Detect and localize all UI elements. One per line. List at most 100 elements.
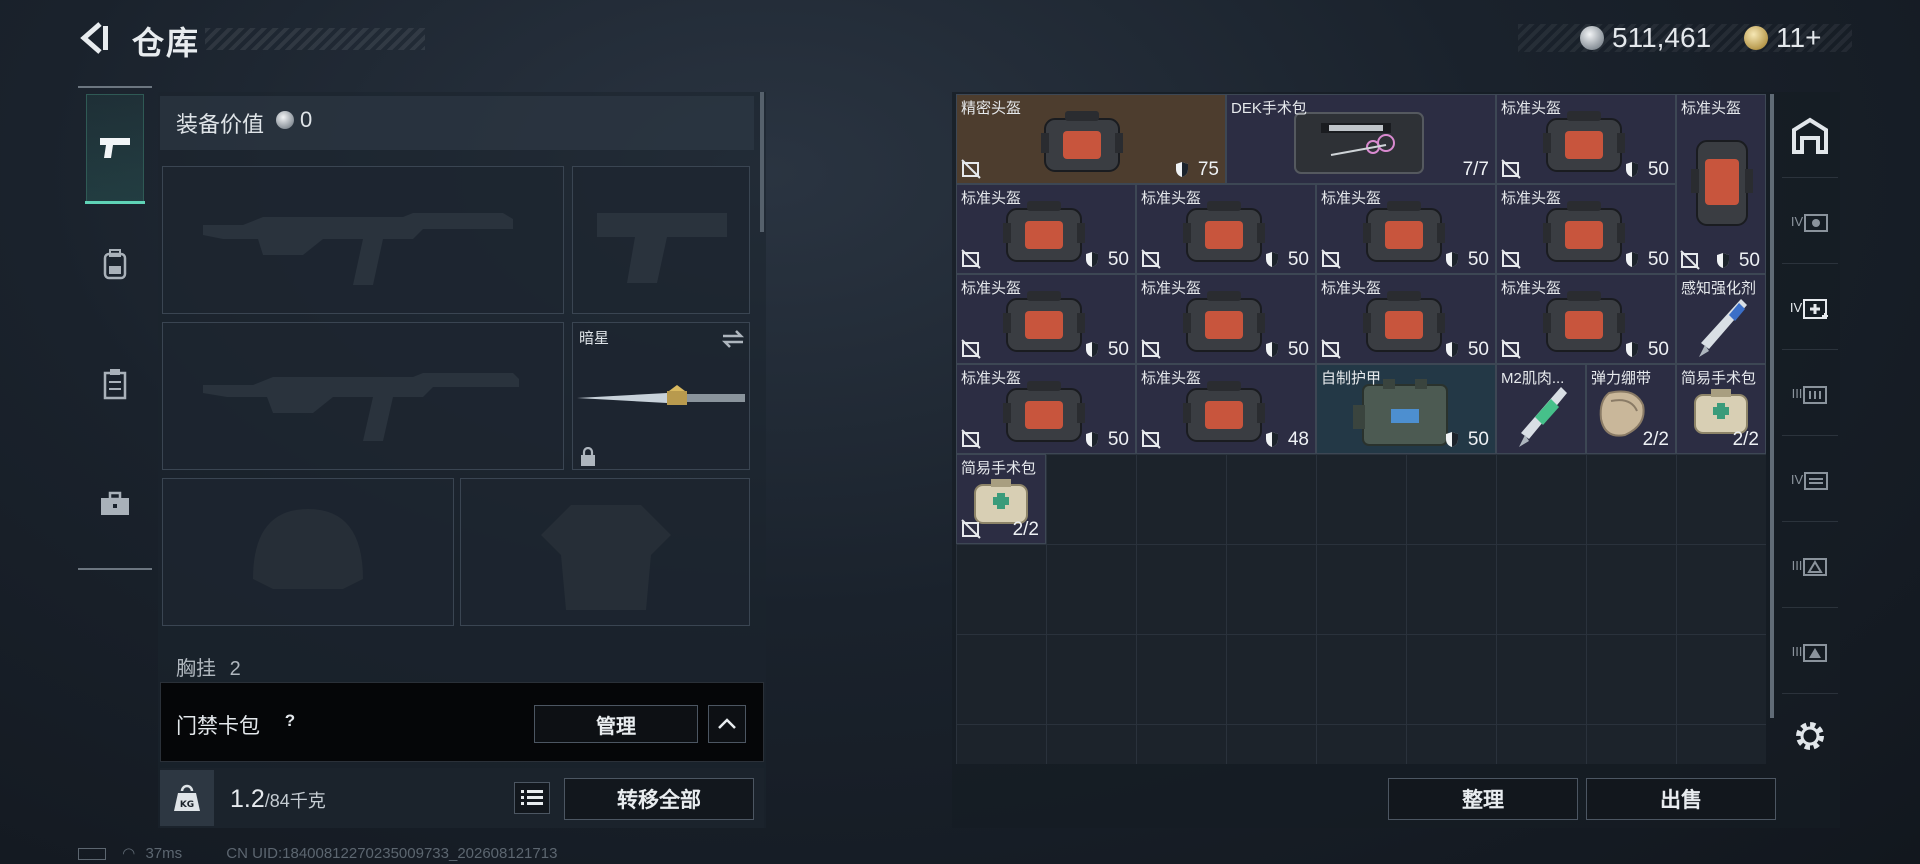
gold-currency-value[interactable]: 11+ bbox=[1776, 22, 1821, 54]
nav-vest-tab[interactable] bbox=[86, 330, 144, 438]
injector-icon bbox=[1695, 295, 1751, 363]
help-icon[interactable]: ? bbox=[278, 709, 302, 733]
settings-button[interactable] bbox=[1782, 694, 1838, 778]
durability-shield-icon bbox=[1176, 162, 1188, 177]
storage-item[interactable]: 标准头盔 50 bbox=[1496, 94, 1676, 184]
rifle-silhouette-icon bbox=[203, 213, 513, 285]
storage-page-tab-2[interactable]: IV bbox=[1782, 266, 1838, 350]
primary-weapon-slot-2[interactable] bbox=[162, 322, 564, 470]
loadout-scrollbar[interactable] bbox=[760, 92, 764, 232]
weight-readout: 1.2/84千克 bbox=[230, 785, 326, 814]
durability-shield-icon bbox=[1446, 432, 1458, 447]
uninsured-icon bbox=[1680, 250, 1700, 270]
storage-item[interactable]: 精密头盔 75 bbox=[956, 94, 1226, 184]
sort-button[interactable]: 整理 bbox=[1388, 778, 1578, 820]
durability-shield-icon bbox=[1086, 252, 1098, 267]
storage-page-tab-1[interactable]: IV bbox=[1782, 180, 1838, 264]
helmet-silhouette-icon bbox=[253, 509, 363, 589]
gear-value-label: 装备价值 bbox=[176, 112, 265, 137]
back-arrow-icon bbox=[80, 22, 108, 54]
nav-backpack-tab[interactable] bbox=[86, 210, 144, 318]
storage-page-tab-6[interactable]: III bbox=[1782, 610, 1838, 694]
storage-page-tab-4[interactable]: IV bbox=[1782, 438, 1838, 522]
durability-shield-icon bbox=[1086, 342, 1098, 357]
injector-icon bbox=[1515, 383, 1571, 453]
storage-item[interactable]: 标准头盔 50 bbox=[1136, 274, 1316, 364]
svg-text:KG: KG bbox=[180, 800, 194, 810]
storage-item[interactable]: 简易手术包 2/2 bbox=[1676, 364, 1766, 454]
weight-kg-icon: KG bbox=[174, 784, 200, 811]
body-armor-slot[interactable] bbox=[460, 478, 750, 626]
uninsured-icon bbox=[1501, 159, 1521, 179]
manage-button[interactable]: 管理 bbox=[534, 705, 698, 743]
weight-current: 1.2 bbox=[230, 785, 265, 813]
storage-item[interactable]: M2肌肉... bbox=[1496, 364, 1586, 454]
storage-scrollbar[interactable] bbox=[1770, 94, 1774, 718]
hazard-box-icon bbox=[1803, 643, 1828, 662]
storage-item[interactable]: 标准头盔 50 bbox=[1316, 274, 1496, 364]
page-tier-label: IV bbox=[1789, 300, 1803, 315]
storage-item[interactable]: 标准头盔 50 bbox=[956, 364, 1136, 454]
swap-icon[interactable] bbox=[721, 329, 745, 349]
item-box-icon bbox=[1804, 213, 1829, 232]
warehouse-icon bbox=[1792, 117, 1828, 154]
durability-shield-icon bbox=[1626, 342, 1638, 357]
sidearm-slot[interactable] bbox=[572, 166, 750, 314]
uninsured-icon bbox=[1141, 249, 1161, 269]
storage-item[interactable]: 自制护甲 50 bbox=[1316, 364, 1496, 454]
storage-item[interactable]: 标准头盔 50 bbox=[1316, 184, 1496, 274]
primary-weapon-slot-1[interactable] bbox=[162, 166, 564, 314]
storage-item[interactable]: 感知强化剂 bbox=[1676, 274, 1766, 364]
pistol-icon bbox=[100, 138, 130, 158]
chest-rig-title: 胸挂 bbox=[176, 658, 216, 680]
silver-coin-icon bbox=[276, 111, 294, 129]
storage-item[interactable]: 简易手术包 2/2 bbox=[956, 454, 1046, 544]
gold-coin-icon bbox=[1744, 26, 1768, 50]
left-category-nav bbox=[78, 86, 152, 570]
warehouse-home-tab[interactable] bbox=[1782, 94, 1838, 178]
title-decoration bbox=[205, 28, 425, 50]
helmet-bag-icon bbox=[1691, 135, 1753, 236]
list-view-button[interactable] bbox=[514, 782, 550, 814]
storage-item[interactable]: 标准头盔 48 bbox=[1136, 364, 1316, 454]
uninsured-icon bbox=[1141, 339, 1161, 359]
melee-name: 暗星 bbox=[579, 330, 610, 347]
storage-page-tab-5[interactable]: III bbox=[1782, 524, 1838, 608]
melee-slot[interactable]: 暗星 bbox=[572, 322, 750, 470]
uninsured-icon bbox=[1321, 249, 1341, 269]
storage-item[interactable]: 标准头盔 50 bbox=[956, 184, 1136, 274]
transfer-all-button[interactable]: 转移全部 bbox=[564, 778, 754, 820]
weight-icon-box: KG bbox=[160, 770, 214, 826]
storage-item[interactable]: 标准头盔 50 bbox=[956, 274, 1136, 364]
sell-button[interactable]: 出售 bbox=[1586, 778, 1776, 820]
storage-grid[interactable]: 精密头盔 75 DEK手术包 7/7 标准头盔 50 标准头盔 标准头盔 50 … bbox=[956, 94, 1766, 764]
storage-item[interactable]: 标准头盔 50 bbox=[1136, 184, 1316, 274]
nav-case-tab[interactable] bbox=[86, 450, 144, 558]
uninsured-icon bbox=[961, 159, 981, 179]
list-icon bbox=[521, 790, 543, 805]
gear-icon bbox=[1796, 722, 1824, 750]
wifi-icon: ◠ bbox=[122, 845, 136, 862]
back-button[interactable] bbox=[78, 20, 114, 56]
page-tier-label: III bbox=[1791, 644, 1803, 659]
storage-item[interactable]: 标准头盔 50 bbox=[1496, 184, 1676, 274]
page-tier-label: IV bbox=[1790, 214, 1804, 229]
page-tier-label: IV bbox=[1790, 472, 1804, 487]
collapse-button[interactable] bbox=[708, 705, 746, 743]
durability-shield-icon bbox=[1626, 252, 1638, 267]
nav-weapons-tab[interactable] bbox=[85, 94, 145, 204]
weight-max: /84千克 bbox=[264, 791, 326, 811]
page-tier-label: III bbox=[1791, 386, 1803, 401]
vest-icon bbox=[103, 369, 127, 400]
ammo-box-icon bbox=[1803, 385, 1828, 404]
storage-item[interactable]: 标准头盔 50 bbox=[1496, 274, 1676, 364]
storage-item[interactable]: 弹力绷带 2/2 bbox=[1586, 364, 1676, 454]
chest-rig-label: 胸挂 2 bbox=[176, 652, 241, 681]
storage-item[interactable]: DEK手术包 7/7 bbox=[1226, 94, 1496, 184]
helmet-slot[interactable] bbox=[162, 478, 454, 626]
storage-page-tab-3[interactable]: III bbox=[1782, 352, 1838, 436]
durability-shield-icon bbox=[1446, 342, 1458, 357]
durability-shield-icon bbox=[1266, 252, 1278, 267]
page-title: 仓库 bbox=[132, 25, 201, 61]
uninsured-icon bbox=[1141, 429, 1161, 449]
